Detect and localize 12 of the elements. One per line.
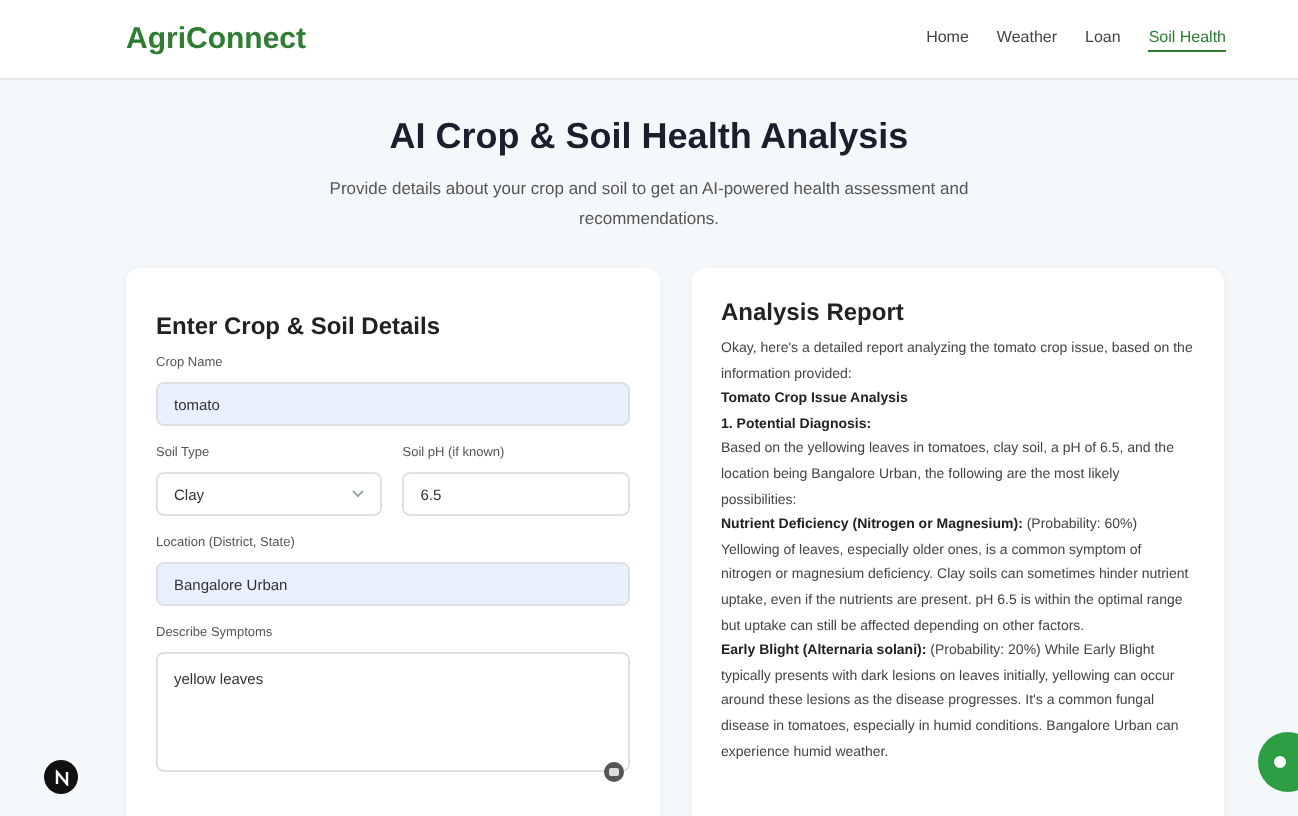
card-title: Analysis Report [721,298,906,326]
nav-link[interactable]: Weather [996,27,1058,51]
nav-link[interactable]: Soil Health [1148,27,1226,51]
page-title: AI Crop & Soil Health Analysis [389,116,909,158]
card-title: Enter Crop & Soil Details [156,312,443,340]
logo[interactable]: AgriConnect [126,22,306,56]
page-subtitle: Provide details about your crop and soil to get an AI-powered health assessment and recommendations. [327,176,971,232]
nav-link[interactable]: Loan [1085,27,1121,51]
dev-indicator-icon[interactable] [44,760,78,794]
assistant-icon[interactable] [603,762,623,782]
chevron-icon [352,490,365,498]
nav-link[interactable]: Home [926,27,969,51]
